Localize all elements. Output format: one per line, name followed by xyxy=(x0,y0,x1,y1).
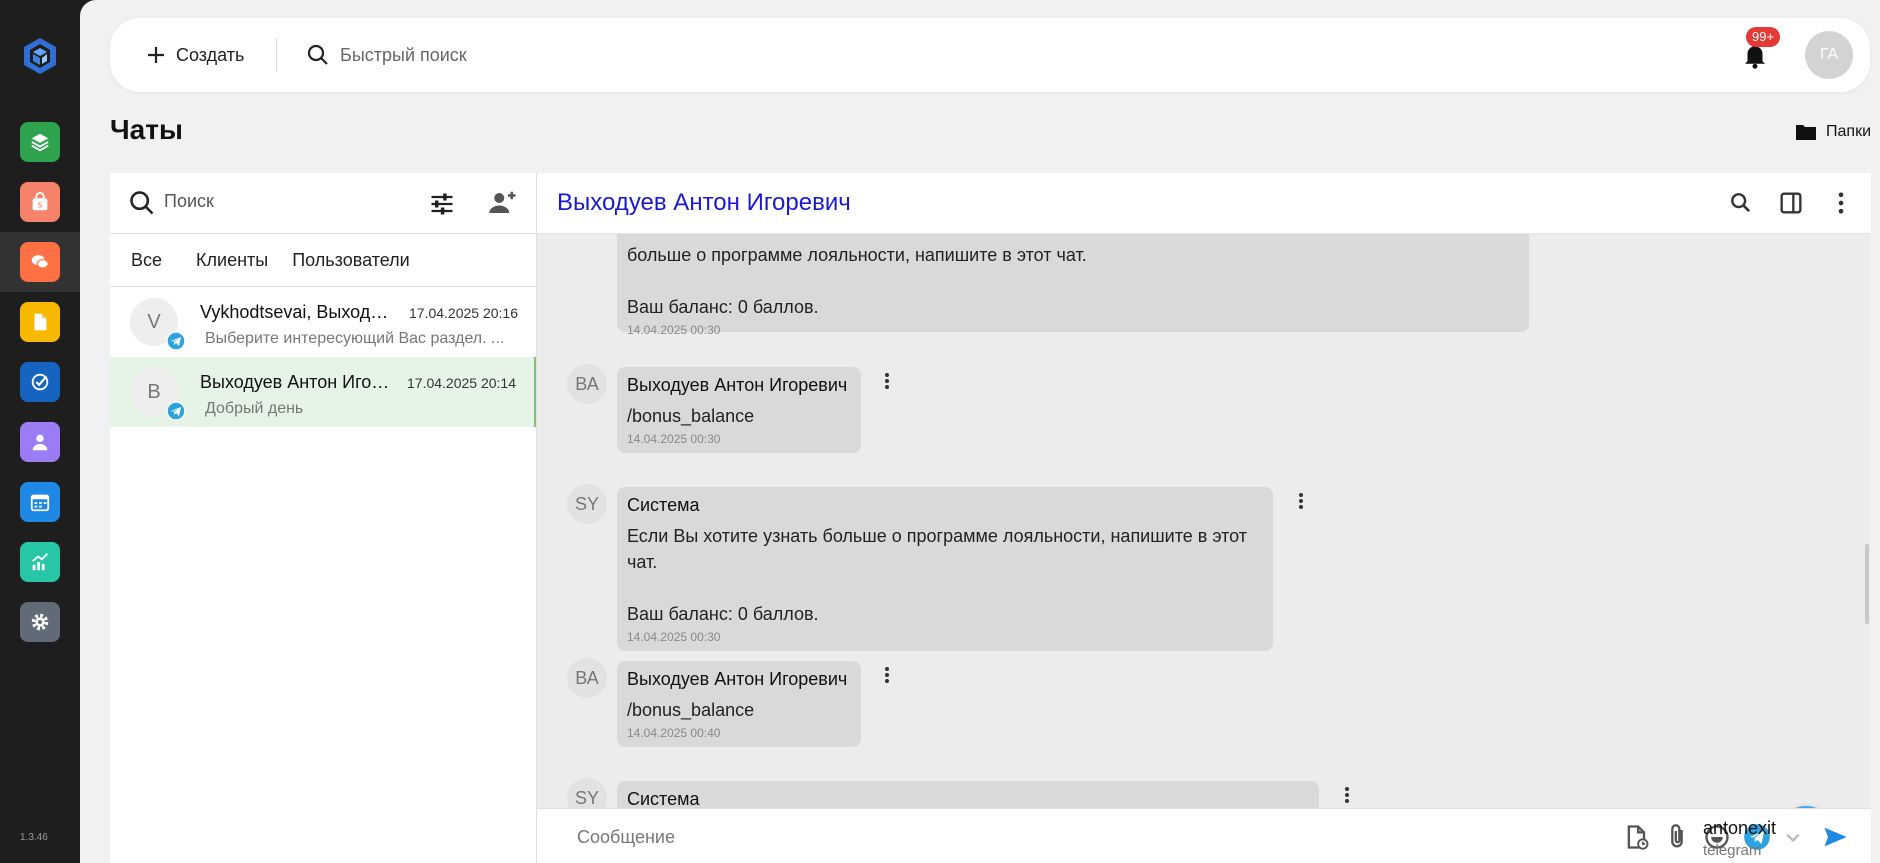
message-avatar: ВА xyxy=(567,364,607,404)
app-logo-icon[interactable] xyxy=(20,36,60,76)
page-title: Чаты xyxy=(110,114,183,145)
quick-search-input[interactable]: Быстрый поиск xyxy=(306,40,467,70)
account-name: antonexit xyxy=(1703,818,1777,838)
conversation-title[interactable]: Выходуев Антон Игоревич xyxy=(557,189,851,217)
message-time: 14.04.2025 00:40 xyxy=(627,726,721,740)
message-menu-icon[interactable] xyxy=(1289,489,1313,513)
chat-list-item[interactable]: V Vykhodtsevai, Выходуев Антон 17.04.202… xyxy=(110,287,536,357)
message-sender: Система xyxy=(627,495,700,515)
quick-search-placeholder: Быстрый поиск xyxy=(340,44,467,65)
chat-preview: Добрый день xyxy=(205,400,304,417)
nav-calendar[interactable] xyxy=(0,472,80,532)
filter-sliders-icon[interactable] xyxy=(428,190,456,218)
message-bubble: больше о программе лояльности, напишите … xyxy=(617,234,1529,337)
chat-filter-tabs: Все Клиенты Пользователи xyxy=(110,235,536,287)
calendar-icon xyxy=(20,482,60,522)
message-avatar: ВА xyxy=(567,658,607,698)
nav-tasks[interactable] xyxy=(0,352,80,412)
message-sender: Выходуев Антон Игоревич xyxy=(627,669,848,689)
create-button[interactable]: Создать xyxy=(144,40,244,70)
chat-name: Vykhodtsevai, Выходуев Антон xyxy=(200,302,396,322)
nav-contacts[interactable] xyxy=(0,412,80,472)
chat-time: 17.04.2025 20:14 xyxy=(407,375,516,391)
chat-preview: Выберите интересующий Вас раздел. ... xyxy=(205,330,505,347)
search-icon[interactable] xyxy=(1727,189,1755,217)
conversation-panel: Выходуев Антон Игоревич больше о програм… xyxy=(536,173,1871,863)
user-icon xyxy=(20,422,60,462)
message-text: /bonus_balance xyxy=(627,700,755,720)
message-menu-icon[interactable] xyxy=(1335,783,1359,807)
message-bubble: Система Если Вы хотите узнать больше о п… xyxy=(617,487,1273,651)
telegram-icon xyxy=(166,331,186,351)
folders-button[interactable]: Папки xyxy=(1794,120,1871,144)
message-time: 14.04.2025 00:30 xyxy=(627,432,721,446)
chat-list-panel: Поиск Все Клиенты Пользователи V Vykhodt… xyxy=(110,173,536,863)
message-sender: Выходуев Антон Игоревич xyxy=(627,375,848,395)
message-menu-icon[interactable] xyxy=(875,369,899,393)
chevron-down-icon[interactable] xyxy=(1779,823,1807,851)
user-avatar[interactable]: ГА xyxy=(1805,31,1853,79)
message-avatar: SY xyxy=(567,484,607,524)
account-channel: telegram xyxy=(1703,842,1762,859)
add-contact-icon[interactable] xyxy=(488,188,518,218)
chat-list-search-bar: Поиск xyxy=(110,173,536,234)
message-text: больше о программе лояльности, напишите … xyxy=(627,245,1087,317)
chat-icon xyxy=(20,242,60,282)
message-menu-icon[interactable] xyxy=(875,663,899,687)
message-text: Если Вы хотите узнать больше о программе… xyxy=(627,526,1248,624)
sender-account-selector[interactable]: antonexit telegram xyxy=(1703,817,1776,861)
svg-text:$: $ xyxy=(37,200,42,210)
task-check-icon xyxy=(20,362,60,402)
top-bar: Создать Быстрый поиск 99+ ГА xyxy=(110,18,1870,92)
nav-chats[interactable] xyxy=(0,232,80,292)
layers-icon xyxy=(20,122,60,162)
message-bubble: Выходуев Антон Игоревич /bonus_balance 1… xyxy=(617,661,861,747)
message-input[interactable]: Сообщение xyxy=(577,827,675,848)
app-version: 1.3.46 xyxy=(20,832,48,843)
create-label: Создать xyxy=(176,44,245,65)
divider xyxy=(276,38,277,72)
chat-name: Выходуев Антон Игоревич xyxy=(200,372,396,392)
side-panel-icon[interactable] xyxy=(1777,189,1805,217)
message-composer: Сообщение antonexit telegram xyxy=(537,808,1871,863)
nav-analytics[interactable] xyxy=(0,532,80,592)
telegram-icon xyxy=(166,401,186,421)
message-bubble: Выходуев Антон Игоревич /bonus_balance 1… xyxy=(617,367,861,453)
message-sender: Система xyxy=(627,789,700,808)
nav-documents[interactable] xyxy=(0,292,80,352)
tab-users[interactable]: Пользователи xyxy=(280,250,421,271)
analytics-icon xyxy=(20,542,60,582)
search-icon xyxy=(130,191,154,215)
message-time: 14.04.2025 00:30 xyxy=(627,630,721,644)
tab-all[interactable]: Все xyxy=(110,250,184,271)
chat-search-input[interactable]: Поиск xyxy=(164,191,214,212)
message-avatar: SY xyxy=(567,778,607,808)
paperclip-icon[interactable] xyxy=(1663,823,1691,851)
send-icon[interactable] xyxy=(1821,823,1849,851)
chat-time: 17.04.2025 20:16 xyxy=(409,305,518,321)
nav-layers[interactable] xyxy=(0,112,80,172)
more-vertical-icon[interactable] xyxy=(1827,189,1855,217)
message-list: больше о программе лояльности, напишите … xyxy=(537,234,1871,808)
message-text: /bonus_balance xyxy=(627,406,755,426)
folder-icon xyxy=(1796,125,1816,140)
notifications-badge: 99+ xyxy=(1746,27,1781,47)
message-bubble: Система xyxy=(617,781,1319,808)
conversation-header: Выходуев Антон Игоревич xyxy=(537,173,1871,234)
main-area: Создать Быстрый поиск 99+ ГА Чаты Папки … xyxy=(80,0,1880,863)
search-icon xyxy=(307,44,328,65)
shopping-bag-icon: $ xyxy=(20,182,60,222)
message-time: 14.04.2025 00:30 xyxy=(627,323,721,337)
document-icon xyxy=(20,302,60,342)
settings-icon xyxy=(20,602,60,642)
scrollbar-thumb[interactable] xyxy=(1865,544,1869,624)
chat-list-item-active[interactable]: В Выходуев Антон Игоревич 17.04.2025 20:… xyxy=(110,357,536,427)
nav-shop[interactable]: $ xyxy=(0,172,80,232)
tab-clients[interactable]: Клиенты xyxy=(184,250,280,271)
app-sidebar: $ 1.3.46 xyxy=(0,0,80,863)
plus-icon xyxy=(148,47,164,63)
nav-settings[interactable] xyxy=(0,592,80,652)
template-document-icon[interactable] xyxy=(1623,823,1651,851)
folders-label: Папки xyxy=(1826,123,1871,140)
